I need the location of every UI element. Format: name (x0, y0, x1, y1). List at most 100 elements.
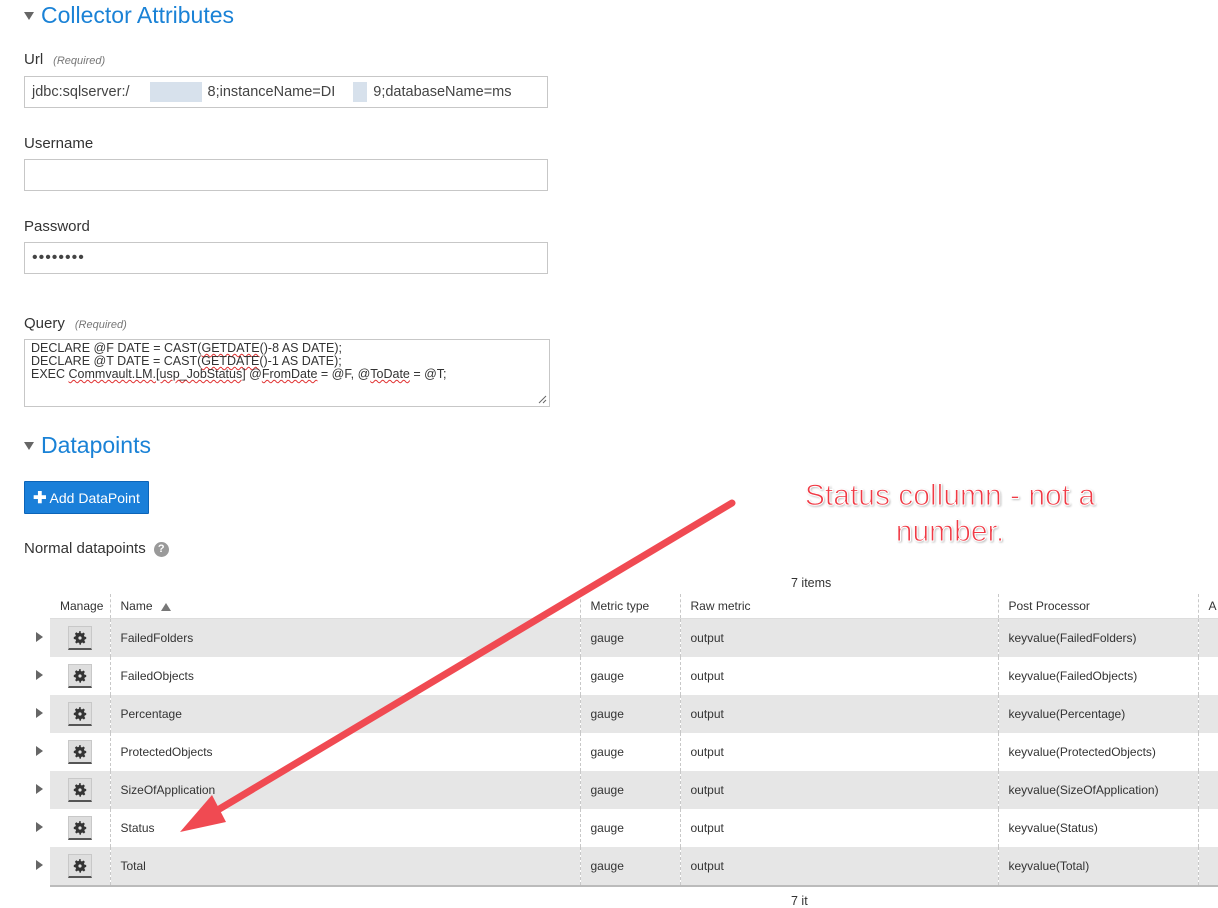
datapoints-header[interactable]: Datapoints (24, 432, 151, 459)
expand-row-icon[interactable] (36, 784, 43, 794)
raw-metric-cell: output (680, 695, 999, 733)
manage-cell (50, 618, 111, 657)
table-row[interactable]: SizeOfApplication gauge output keyvalue(Siz… (50, 771, 1218, 809)
gear-icon[interactable] (68, 740, 92, 764)
a-cell (1198, 847, 1218, 887)
a-cell (1198, 809, 1218, 847)
manage-cell (50, 809, 111, 847)
gear-icon[interactable] (68, 854, 92, 878)
name-cell[interactable]: Status (110, 809, 581, 847)
query-label-text: Query (24, 315, 65, 332)
sort-ascending-icon[interactable] (160, 602, 171, 611)
expand-row-icon[interactable] (36, 670, 43, 680)
url-value-part2: 8;instanceName=DI (207, 84, 336, 100)
expand-row-icon[interactable] (36, 708, 43, 718)
table-row[interactable]: FailedObjects gauge output keyvalue(FailedO… (50, 657, 1218, 695)
name-cell[interactable]: FailedObjects (110, 657, 581, 695)
manage-cell (50, 771, 111, 809)
raw-metric-cell: output (680, 771, 999, 809)
gear-icon[interactable] (68, 702, 92, 726)
datapoints-table: Manage Name Metric type Raw metric Post … (50, 594, 1218, 887)
column-header-name[interactable]: Name (110, 594, 581, 619)
annotation-text: Status collumn - not a number. (760, 478, 1140, 550)
url-input[interactable]: jdbc:sqlserver:/ 8;instanceName=DI 9;datab… (24, 76, 548, 108)
column-header-metric-type[interactable]: Metric type (580, 594, 681, 619)
query-text: @ (245, 367, 262, 381)
gear-icon[interactable] (68, 778, 92, 802)
raw-metric-cell: output (680, 618, 999, 657)
table-row[interactable]: Status gauge output keyvalue(Status) (50, 809, 1218, 847)
plus-icon: ✚ (33, 489, 47, 507)
annotation-line: Status collumn - not a (804, 479, 1096, 513)
table-row[interactable]: Total gauge output keyvalue(Total) (50, 847, 1218, 887)
password-input[interactable]: •••••••• (24, 242, 548, 274)
manage-cell (50, 733, 111, 771)
name-cell[interactable]: Percentage (110, 695, 581, 733)
query-text: DECLARE @T DATE = CAST( (31, 354, 202, 368)
manage-cell (50, 695, 111, 733)
collapse-triangle-icon[interactable] (24, 441, 34, 450)
table-row[interactable]: FailedFolders gauge output keyvalue(FailedF… (50, 618, 1218, 657)
query-text: ToDate (370, 367, 410, 381)
name-cell[interactable]: SizeOfApplication (110, 771, 581, 809)
redacted-block (149, 82, 202, 103)
post-processor-cell: keyvalue(Percentage) (998, 695, 1199, 733)
query-text: GETDATE (201, 341, 260, 355)
password-label: Password (24, 218, 90, 235)
a-cell (1198, 695, 1218, 733)
expand-row-icon[interactable] (36, 860, 43, 870)
gear-icon[interactable] (68, 626, 92, 650)
gear-icon[interactable] (68, 816, 92, 840)
column-header-post-processor[interactable]: Post Processor (998, 594, 1199, 619)
column-header-manage: Manage (50, 594, 111, 619)
url-value-part1: jdbc:sqlserver:/ (32, 84, 130, 100)
username-label: Username (24, 135, 94, 152)
collector-attributes-header[interactable]: Collector Attributes (24, 2, 234, 29)
query-textarea[interactable]: DECLARE @F DATE = CAST(GETDATE()-8 AS DA… (24, 339, 550, 407)
required-hint: (Required) (74, 319, 127, 331)
required-hint: (Required) (53, 55, 106, 67)
column-header-raw-metric[interactable]: Raw metric (680, 594, 999, 619)
section-title: Collector Attributes (41, 2, 235, 28)
url-label-text: Url (24, 51, 44, 68)
name-cell[interactable]: Total (110, 847, 581, 887)
name-cell[interactable]: FailedFolders (110, 618, 581, 657)
url-value-part3: 9;databaseName=ms (373, 84, 512, 100)
expand-row-icon[interactable] (36, 822, 43, 832)
post-processor-cell: keyvalue(FailedObjects) (998, 657, 1199, 695)
resize-grip-icon[interactable] (537, 394, 547, 404)
query-text: Commvault.LM.[usp_JobStatus] (68, 367, 246, 381)
column-header-name-text: Name (120, 599, 153, 613)
collapse-triangle-icon[interactable] (24, 11, 34, 20)
expand-row-icon[interactable] (36, 746, 43, 756)
expand-row-icon[interactable] (36, 632, 43, 642)
metric-type-cell: gauge (580, 618, 681, 657)
query-text: DECLARE @F DATE = CAST( (31, 341, 202, 355)
metric-type-cell: gauge (580, 771, 681, 809)
add-datapoint-button[interactable]: ✚ Add DataPoint (24, 481, 149, 514)
post-processor-cell: keyvalue(ProtectedObjects) (998, 733, 1199, 771)
items-count-bottom: 7 it (791, 894, 808, 908)
normal-datapoints-label: Normal datapoints? (24, 540, 169, 557)
query-text: ()-1 AS DATE); (259, 354, 342, 368)
section-title: Datapoints (41, 432, 151, 458)
table-row[interactable]: Percentage gauge output keyvalue(Percentage… (50, 695, 1218, 733)
gear-icon[interactable] (68, 664, 92, 688)
query-text: FromDate (261, 367, 318, 381)
username-input[interactable] (24, 159, 548, 191)
a-cell (1198, 657, 1218, 695)
table-row[interactable]: ProtectedObjects gauge output keyvalue(Prot… (50, 733, 1218, 771)
query-text: = @T; (409, 367, 447, 381)
name-cell[interactable]: ProtectedObjects (110, 733, 581, 771)
column-header-a[interactable]: A (1198, 594, 1218, 619)
post-processor-cell: keyvalue(SizeOfApplication) (998, 771, 1199, 809)
manage-cell (50, 847, 111, 887)
post-processor-cell: keyvalue(FailedFolders) (998, 618, 1199, 657)
help-icon[interactable]: ? (153, 541, 169, 557)
raw-metric-cell: output (680, 657, 999, 695)
add-datapoint-label: Add DataPoint (49, 489, 140, 506)
query-text: ()-8 AS DATE); (259, 341, 343, 355)
a-cell (1198, 771, 1218, 809)
post-processor-cell: keyvalue(Total) (998, 847, 1199, 887)
query-text: = @F, @ (317, 367, 371, 381)
